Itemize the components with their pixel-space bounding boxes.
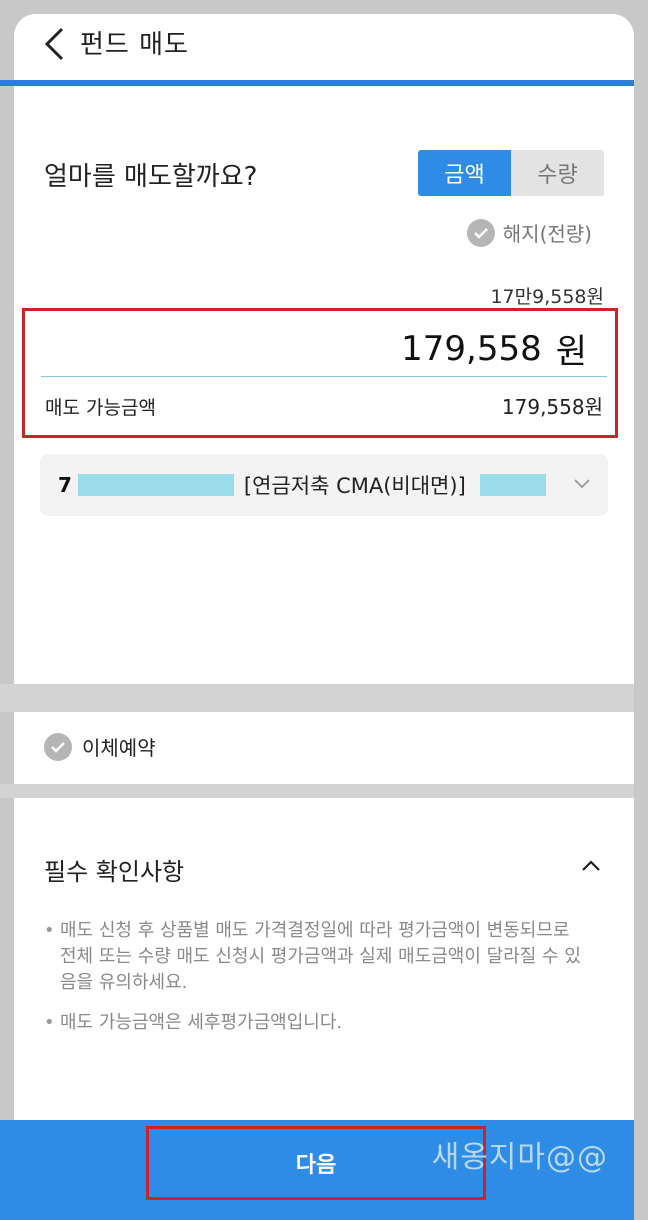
transfer-section: 이체예약 bbox=[14, 712, 634, 784]
available-amount-label: 매도 가능금액 bbox=[45, 397, 156, 419]
notice-section: 필수 확인사항 매도 신청 후 상품별 매도 가격결정일에 따라 평가금액이 변… bbox=[14, 798, 634, 1118]
account-number-prefix: 7 bbox=[58, 473, 72, 497]
bottom-action-bar: 다음 새옹지마@@ bbox=[0, 1120, 648, 1220]
account-number-mask bbox=[77, 474, 234, 496]
amount-quantity-toggle: 금액 수량 bbox=[418, 150, 604, 196]
sell-form-section: 얼마를 매도할까요? 금액 수량 해지(전량) 17만9,558원 179,55… bbox=[14, 100, 634, 698]
full-redemption-label: 해지(전량) bbox=[502, 222, 592, 246]
page-title: 펀드 매도 bbox=[80, 30, 189, 60]
main-panel: 펀드 매도 얼마를 매도할까요? 금액 수량 해지(전량) 17만9,558원 … bbox=[14, 14, 634, 1204]
notice-item: 매도 가능금액은 세후평가금액입니다. bbox=[44, 1010, 584, 1036]
check-icon bbox=[466, 218, 495, 247]
section-divider bbox=[0, 684, 648, 712]
notice-list: 매도 신청 후 상품별 매도 가격결정일에 따라 평가금액이 변동되므로 전체 … bbox=[44, 918, 584, 1050]
account-extra-mask bbox=[479, 474, 546, 496]
watermark: 새옹지마@@ bbox=[431, 1140, 608, 1175]
collapse-toggle[interactable] bbox=[578, 852, 604, 878]
amount-unit: 원 bbox=[555, 332, 587, 372]
transfer-reservation-checkbox[interactable]: 이체예약 bbox=[44, 732, 156, 761]
chevron-down-icon bbox=[572, 474, 592, 494]
account-select[interactable]: 7 [연금저축 CMA(비대면)] bbox=[40, 454, 608, 516]
section-divider bbox=[0, 784, 648, 798]
available-amount-value: 179,558원 bbox=[501, 395, 603, 419]
amount-korean-text: 17만9,558원 bbox=[490, 286, 604, 308]
back-button[interactable] bbox=[36, 26, 72, 62]
account-name: [연금저축 CMA(비대면)] bbox=[243, 474, 466, 498]
transfer-reservation-label: 이체예약 bbox=[82, 736, 156, 760]
sell-question: 얼마를 매도할까요? bbox=[44, 162, 258, 192]
amount-value: 179,558 bbox=[401, 328, 542, 369]
notice-title: 필수 확인사항 bbox=[44, 858, 185, 886]
tab-quantity[interactable]: 수량 bbox=[511, 150, 604, 196]
notice-item: 매도 신청 후 상품별 매도 가격결정일에 따라 평가금액이 변동되므로 전체 … bbox=[44, 918, 584, 996]
amount-input[interactable]: 179,558 원 bbox=[41, 321, 607, 377]
check-icon bbox=[44, 732, 72, 761]
chevron-left-icon bbox=[44, 27, 64, 61]
full-redemption-checkbox[interactable]: 해지(전량) bbox=[466, 218, 592, 247]
chevron-up-icon bbox=[582, 859, 600, 871]
tab-amount[interactable]: 금액 bbox=[418, 150, 511, 196]
amount-highlight-box: 179,558 원 매도 가능금액 179,558원 bbox=[22, 308, 618, 438]
screen-edge bbox=[634, 0, 648, 1220]
header-accent-line bbox=[0, 80, 648, 86]
